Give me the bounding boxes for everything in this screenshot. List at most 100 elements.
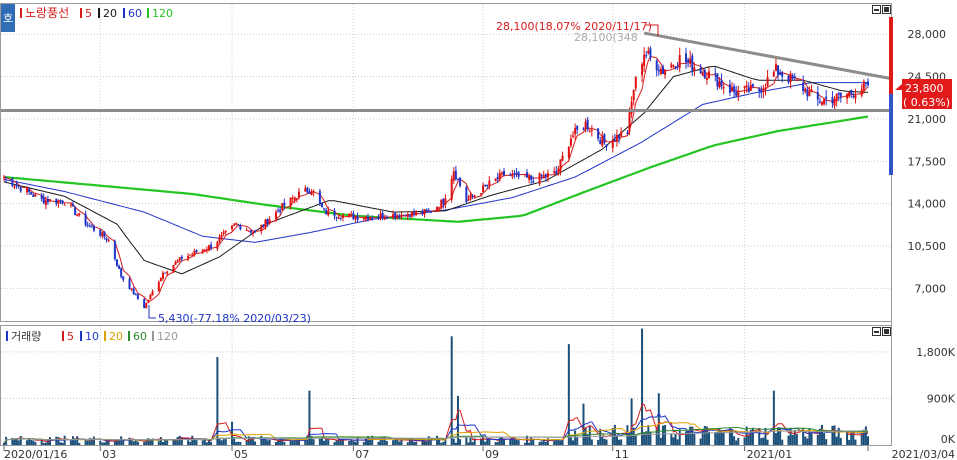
volume-bar <box>413 441 416 445</box>
candle-body <box>222 232 225 234</box>
candle-body <box>500 172 503 175</box>
candle-body <box>164 272 167 274</box>
candle-body <box>559 159 562 171</box>
volume-bar <box>69 440 72 445</box>
volume-bar <box>795 434 798 445</box>
price-scroll-indicator-up[interactable] <box>889 17 893 94</box>
candle-body <box>268 219 271 224</box>
candle-body <box>413 212 416 214</box>
candle-body <box>513 173 516 175</box>
candle-body <box>266 219 269 224</box>
volume-panel-frame <box>0 325 892 446</box>
candle-body <box>484 184 487 186</box>
volume-bar <box>634 434 637 445</box>
candle-body <box>364 216 367 220</box>
candle-body <box>421 211 424 214</box>
candle-body <box>208 245 211 251</box>
candle-body <box>816 92 819 100</box>
volume-bar <box>569 436 572 445</box>
volume-bar <box>774 433 777 445</box>
candle-body <box>233 224 236 226</box>
candle-body <box>542 175 545 179</box>
current-price-change: ( 0.63%) <box>903 96 950 109</box>
candle-body <box>149 294 152 300</box>
candle-body <box>515 172 518 174</box>
candle-body <box>203 249 206 251</box>
volume-bar <box>693 433 696 445</box>
candle-body <box>699 67 702 74</box>
candle-body <box>569 138 572 146</box>
candle-body <box>369 217 372 221</box>
candle-body <box>107 239 110 242</box>
candle-body <box>145 303 148 309</box>
volume-close-icon <box>884 329 889 334</box>
candle-body <box>295 198 298 200</box>
volume-bar <box>867 436 869 445</box>
volume-bar <box>218 438 221 445</box>
candle-body <box>747 87 750 93</box>
candle-body <box>860 89 863 96</box>
volume-bar <box>266 440 269 445</box>
candle-body <box>628 112 631 132</box>
volume-bar <box>74 440 77 445</box>
volume-bar <box>544 441 547 445</box>
candle-body <box>661 66 664 74</box>
candle-body <box>450 178 453 200</box>
candle-body <box>40 194 43 199</box>
candle-body <box>379 213 382 219</box>
volume-bar <box>469 437 472 445</box>
candle-body <box>174 262 177 265</box>
candle-body <box>781 72 784 77</box>
candle-body <box>693 67 696 71</box>
volume-bar <box>678 429 681 445</box>
candle-body <box>777 65 780 75</box>
volume-bar <box>318 438 321 445</box>
candle-body <box>810 89 813 92</box>
candle-body <box>113 240 116 259</box>
candle-body <box>341 214 344 218</box>
price-scroll-indicator-down[interactable] <box>889 94 893 175</box>
vol-legend-ma20-swatch <box>104 331 106 341</box>
volume-bar <box>820 424 823 445</box>
candle-body <box>787 76 790 83</box>
x-tick-label: 05 <box>234 448 248 460</box>
candle-body <box>762 88 765 92</box>
volume-bar <box>806 438 809 445</box>
volume-bar <box>55 436 58 445</box>
volume-bar <box>283 441 286 445</box>
candle-body <box>274 211 277 220</box>
candle-body <box>264 219 267 228</box>
price-minimize-icon <box>874 9 879 11</box>
candle-body <box>132 288 135 295</box>
candle-body <box>306 187 309 193</box>
candle-body <box>216 241 219 249</box>
volume-bar <box>61 442 64 445</box>
candle-body <box>15 184 18 186</box>
candle-body <box>283 202 286 206</box>
candle-body <box>632 90 635 101</box>
candle-body <box>49 199 52 201</box>
candle-body <box>262 224 265 227</box>
candle-body <box>655 60 658 71</box>
candle-body <box>555 170 558 174</box>
price-tick-label: 14,000 <box>908 198 947 211</box>
candle-body <box>318 191 321 203</box>
candle-body <box>92 226 95 231</box>
volume-bar <box>538 441 541 445</box>
candle-body <box>749 85 752 91</box>
candle-body <box>482 185 485 193</box>
candle-body <box>293 197 296 200</box>
candle-body <box>582 128 585 130</box>
candle-body <box>103 231 106 238</box>
volume-tick-label: 0K <box>941 433 956 446</box>
candle-body <box>774 64 777 71</box>
candle-body <box>352 213 355 220</box>
volume-bar <box>737 437 740 445</box>
candle-body <box>74 206 77 215</box>
candle-body <box>779 72 782 75</box>
candle-body <box>733 86 736 93</box>
volume-bar <box>187 440 190 445</box>
volume-bar <box>42 442 45 445</box>
volume-bar <box>392 440 395 445</box>
candle-body <box>818 101 821 103</box>
